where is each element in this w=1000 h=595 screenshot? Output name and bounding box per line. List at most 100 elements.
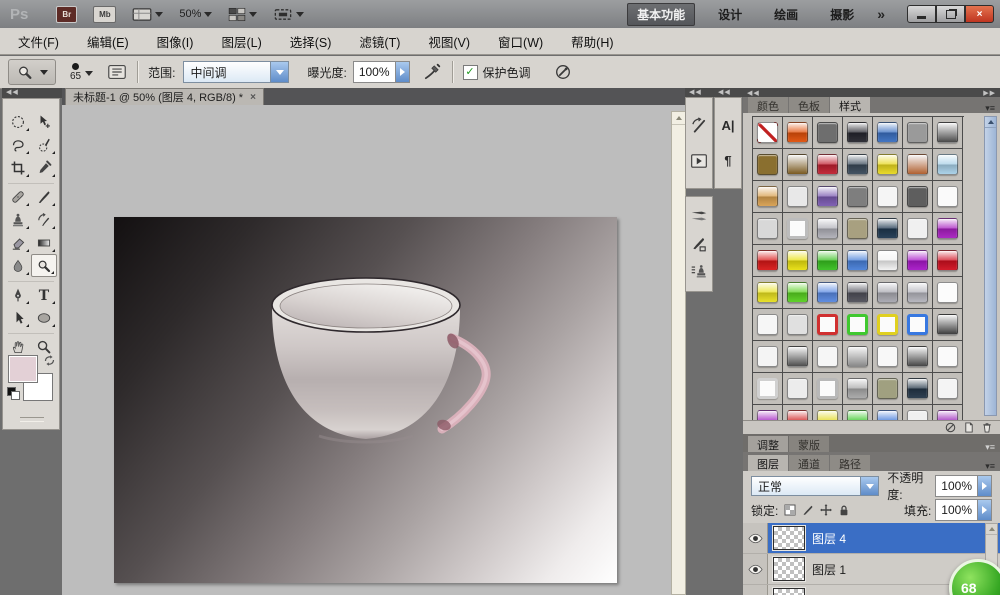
style-swatch-47[interactable] — [903, 309, 933, 341]
character-panel-button[interactable]: A| — [721, 118, 734, 133]
style-swatch-1[interactable] — [783, 117, 813, 149]
style-swatch-59[interactable] — [843, 373, 873, 405]
style-swatch-10[interactable] — [843, 149, 873, 181]
icon-dock-collapse-header[interactable]: ◀◀ — [714, 88, 746, 97]
menu-item-1[interactable]: 编辑(E) — [73, 28, 143, 55]
style-swatch-66[interactable] — [843, 405, 873, 420]
style-swatch-21[interactable] — [753, 213, 783, 245]
style-swatch-11[interactable] — [873, 149, 903, 181]
style-swatch-23[interactable] — [813, 213, 843, 245]
style-swatch-60[interactable] — [873, 373, 903, 405]
tab-styles-2[interactable]: 样式 — [830, 97, 870, 113]
foreground-color-swatch[interactable] — [10, 357, 36, 381]
style-swatch-30[interactable] — [813, 245, 843, 277]
style-swatch-68[interactable] — [903, 405, 933, 420]
menu-item-2[interactable]: 图像(I) — [143, 28, 208, 55]
style-swatch-38[interactable] — [843, 277, 873, 309]
screen-mode-control[interactable] — [273, 7, 304, 22]
healing-brush-tool[interactable] — [5, 185, 31, 208]
zoom-level-control[interactable]: 50% — [179, 8, 212, 20]
menu-item-0[interactable]: 文件(F) — [4, 28, 73, 55]
style-swatch-44[interactable] — [813, 309, 843, 341]
style-swatch-64[interactable] — [783, 405, 813, 420]
style-swatch-55[interactable] — [933, 341, 963, 373]
style-swatch-42[interactable] — [753, 309, 783, 341]
layer-visibility-toggle[interactable] — [743, 554, 768, 584]
exposure-input[interactable]: 100% — [353, 61, 410, 83]
style-swatch-31[interactable] — [843, 245, 873, 277]
style-swatch-14[interactable] — [753, 181, 783, 213]
style-swatch-29[interactable] — [783, 245, 813, 277]
menu-item-4[interactable]: 选择(S) — [276, 28, 346, 55]
style-swatch-53[interactable] — [873, 341, 903, 373]
arrange-documents-control[interactable] — [228, 7, 257, 22]
default-colors-icon[interactable] — [7, 387, 19, 399]
layer-name[interactable]: 图层 4 — [812, 530, 846, 547]
eraser-tool[interactable] — [5, 231, 31, 254]
style-swatch-39[interactable] — [873, 277, 903, 309]
collapse-dock-icon[interactable]: ◀◀ — [747, 89, 760, 97]
airbrush-toggle-button[interactable] — [422, 63, 442, 81]
brush-presets-panel-button[interactable] — [690, 208, 708, 223]
tools-panel-collapse-header[interactable]: ◀◀ — [2, 88, 64, 98]
style-swatch-69[interactable] — [933, 405, 963, 420]
style-swatch-50[interactable] — [783, 341, 813, 373]
style-swatch-41[interactable] — [933, 277, 963, 309]
new-style-button[interactable] — [964, 422, 974, 433]
blur-tool[interactable] — [5, 254, 31, 277]
style-swatch-32[interactable] — [873, 245, 903, 277]
tool-preset-picker[interactable] — [8, 59, 56, 85]
style-swatch-9[interactable] — [813, 149, 843, 181]
style-swatch-37[interactable] — [813, 277, 843, 309]
style-swatch-62[interactable] — [933, 373, 963, 405]
style-swatch-6[interactable] — [933, 117, 963, 149]
style-swatch-0[interactable] — [753, 117, 783, 149]
canvas[interactable] — [114, 217, 617, 583]
style-swatch-24[interactable] — [843, 213, 873, 245]
brush-preset-picker[interactable]: 65 — [70, 63, 93, 82]
lock-all-icon[interactable] — [838, 504, 850, 516]
pen-tool[interactable] — [5, 283, 31, 306]
style-swatch-7[interactable] — [753, 149, 783, 181]
style-swatch-43[interactable] — [783, 309, 813, 341]
style-swatch-22[interactable] — [783, 213, 813, 245]
style-swatch-19[interactable] — [903, 181, 933, 213]
layer-name[interactable]: 图层 1 — [812, 561, 846, 578]
close-button[interactable]: × — [965, 5, 994, 23]
brush-tool[interactable] — [31, 185, 57, 208]
crop-tool[interactable] — [5, 156, 31, 179]
history-brush-tool[interactable] — [31, 208, 57, 231]
tab-layers-2[interactable]: 路径 — [830, 455, 870, 471]
tab-adjust-1[interactable]: 蒙版 — [789, 436, 829, 452]
document-close-icon[interactable]: × — [250, 92, 256, 103]
brush-panel-button[interactable] — [690, 235, 708, 252]
style-swatch-58[interactable] — [813, 373, 843, 405]
opacity-input[interactable]: 100% — [935, 475, 992, 497]
style-swatch-33[interactable] — [903, 245, 933, 277]
layer-thumbnail[interactable] — [773, 526, 805, 550]
style-swatch-51[interactable] — [813, 341, 843, 373]
style-swatch-3[interactable] — [843, 117, 873, 149]
marquee-tool[interactable] — [5, 110, 31, 133]
quick-selection-tool[interactable] — [31, 133, 57, 156]
style-swatch-35[interactable] — [753, 277, 783, 309]
document-area[interactable] — [62, 105, 686, 595]
expand-dock-icon[interactable]: ▶▶ — [983, 89, 996, 97]
restore-button[interactable] — [936, 5, 965, 23]
style-swatch-25[interactable] — [873, 213, 903, 245]
style-swatch-54[interactable] — [903, 341, 933, 373]
blend-mode-select[interactable]: 正常 — [751, 476, 879, 496]
style-swatch-4[interactable] — [873, 117, 903, 149]
style-swatch-15[interactable] — [783, 181, 813, 213]
move-tool[interactable] — [31, 110, 57, 133]
panel-grip[interactable] — [20, 417, 44, 422]
history-panel-button[interactable] — [690, 117, 708, 135]
style-swatch-36[interactable] — [783, 277, 813, 309]
launch-mini-bridge-button[interactable]: Mb — [93, 6, 116, 23]
menu-item-8[interactable]: 帮助(H) — [557, 28, 627, 55]
layer-thumbnail[interactable] — [773, 557, 805, 581]
style-swatch-28[interactable] — [753, 245, 783, 277]
document-tab[interactable]: 未标题-1 @ 50% (图层 4, RGB/8) * × — [65, 88, 264, 105]
workspace-button-1[interactable]: 设计 — [709, 4, 751, 25]
style-swatch-57[interactable] — [783, 373, 813, 405]
